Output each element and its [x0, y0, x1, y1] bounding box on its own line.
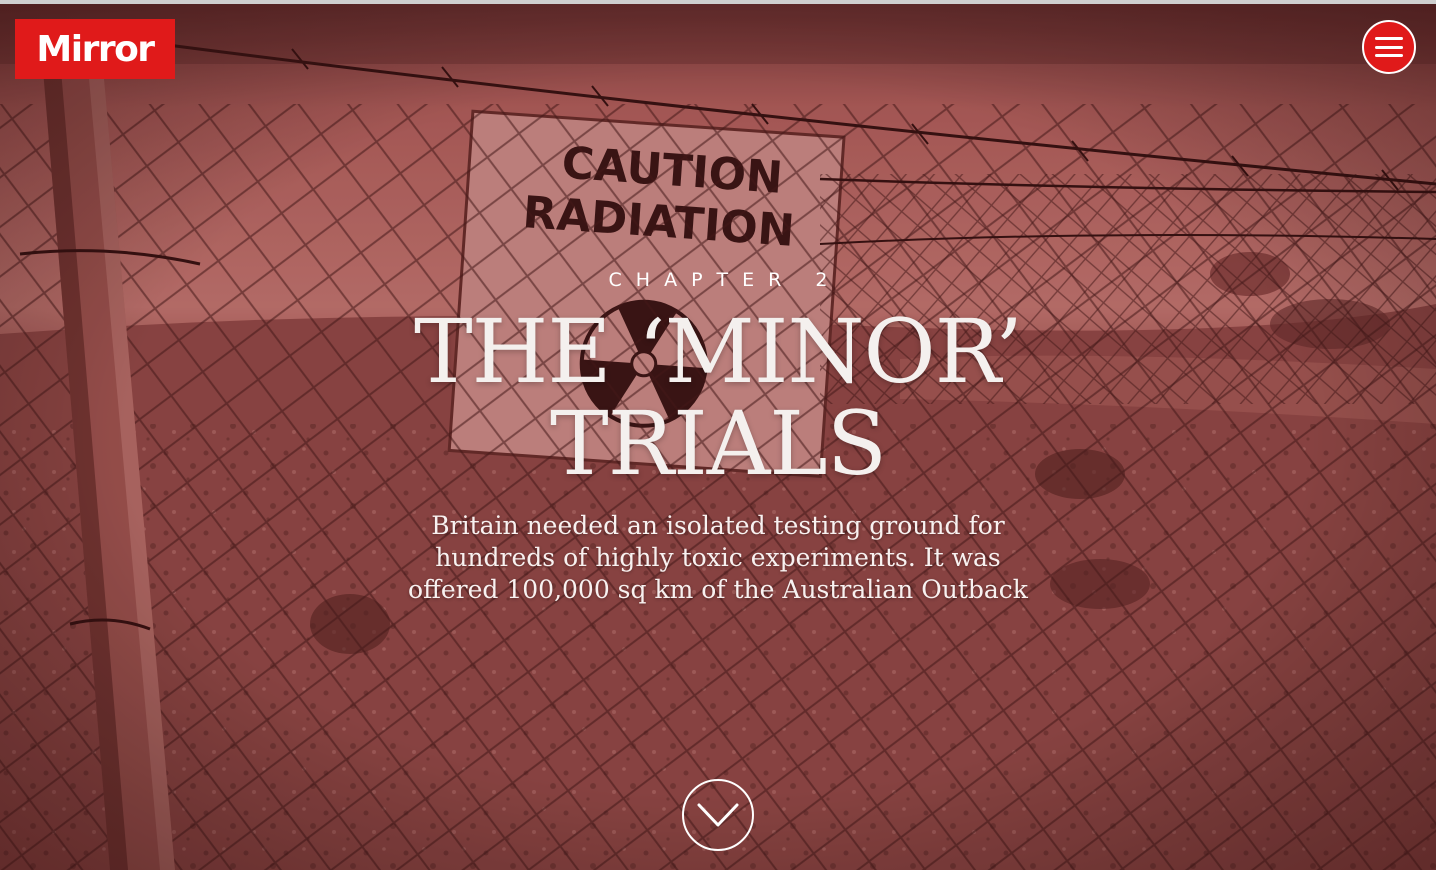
chapter-label: Chapter 2: [608, 269, 842, 291]
mirror-logo[interactable]: Mirror: [15, 19, 175, 79]
hamburger-menu-icon: [1375, 37, 1403, 57]
standfirst: Britain needed an isolated testing groun…: [408, 511, 1028, 604]
headline-line-2: TRIALS: [550, 392, 887, 495]
headline-line-1: THE ‘MINOR’: [413, 300, 1023, 403]
chevron-down-icon: [697, 803, 739, 827]
page: CAUTION RADIATION: [0, 0, 1436, 870]
scroll-down-button[interactable]: [682, 779, 754, 851]
menu-button[interactable]: [1362, 20, 1416, 74]
headline: THE ‘MINOR’ TRIALS: [0, 306, 1436, 490]
hero-text-block: Chapter 2 THE ‘MINOR’ TRIALS Britain nee…: [0, 266, 1436, 606]
